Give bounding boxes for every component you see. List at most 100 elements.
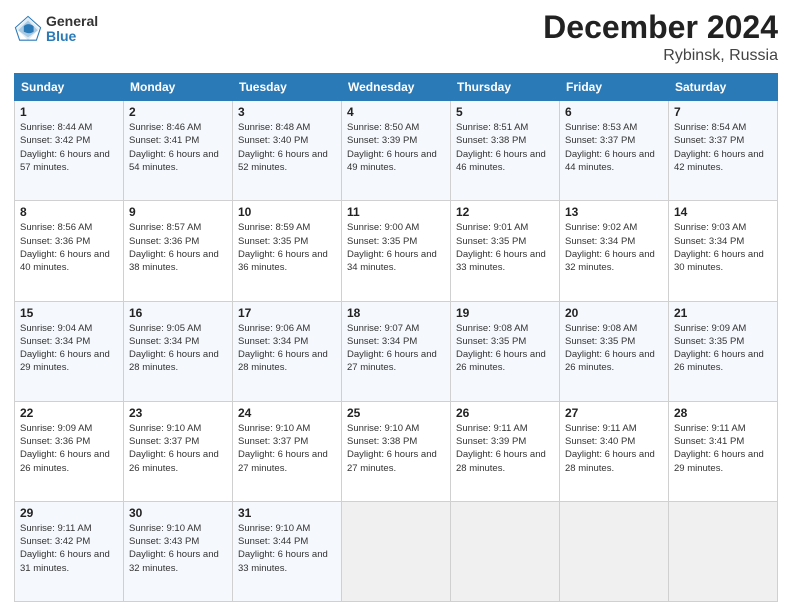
table-row: 29Sunrise: 9:11 AM Sunset: 3:42 PM Dayli…	[15, 501, 124, 601]
day-number: 17	[238, 306, 336, 320]
week-row-4: 22 Sunrise: 9:09 AM Sunset: 3:36 PM Dayli…	[15, 401, 778, 501]
day-number: 5	[456, 105, 554, 119]
day-number: 21	[674, 306, 772, 320]
logo-icon	[14, 15, 42, 43]
day-number: 22	[20, 406, 118, 420]
table-row: 28 Sunrise: 9:11 AM Sunset: 3:41 PM Dayli…	[669, 401, 778, 501]
header-row: Sunday Monday Tuesday Wednesday Thursday…	[15, 74, 778, 101]
table-row: 11Sunrise: 9:00 AM Sunset: 3:35 PM Dayli…	[342, 201, 451, 301]
week-row-1: 1 Sunrise: 8:44 AM Sunset: 3:42 PM Daylig…	[15, 101, 778, 201]
day-info: Sunrise: 9:10 AM Sunset: 3:37 PM Dayligh…	[129, 422, 227, 475]
table-row: 3Sunrise: 8:48 AM Sunset: 3:40 PM Daylig…	[233, 101, 342, 201]
table-row: 7 Sunrise: 8:54 AM Sunset: 3:37 PM Daylig…	[669, 101, 778, 201]
table-row: 20 Sunrise: 9:08 AM Sunset: 3:35 PM Dayli…	[560, 301, 669, 401]
table-row: 15 Sunrise: 9:04 AM Sunset: 3:34 PM Dayli…	[15, 301, 124, 401]
day-number: 24	[238, 406, 336, 420]
day-number: 3	[238, 105, 336, 119]
page: General Blue December 2024 Rybinsk, Russ…	[0, 0, 792, 612]
table-row: 19 Sunrise: 9:08 AM Sunset: 3:35 PM Dayli…	[451, 301, 560, 401]
day-info: Sunrise: 9:08 AM Sunset: 3:35 PM Dayligh…	[565, 322, 663, 375]
table-row: 13 Sunrise: 9:02 AM Sunset: 3:34 PM Dayli…	[560, 201, 669, 301]
day-number: 10	[238, 205, 336, 219]
day-info: Sunrise: 8:51 AM Sunset: 3:38 PM Dayligh…	[456, 121, 554, 174]
table-row: 1 Sunrise: 8:44 AM Sunset: 3:42 PM Daylig…	[15, 101, 124, 201]
col-saturday: Saturday	[669, 74, 778, 101]
table-row: 22 Sunrise: 9:09 AM Sunset: 3:36 PM Dayli…	[15, 401, 124, 501]
table-row: 9 Sunrise: 8:57 AM Sunset: 3:36 PM Daylig…	[124, 201, 233, 301]
table-row: 2 Sunrise: 8:46 AM Sunset: 3:41 PM Daylig…	[124, 101, 233, 201]
table-row: 6 Sunrise: 8:53 AM Sunset: 3:37 PM Daylig…	[560, 101, 669, 201]
logo-text: General Blue	[46, 14, 98, 45]
table-row: 26 Sunrise: 9:11 AM Sunset: 3:39 PM Dayli…	[451, 401, 560, 501]
col-friday: Friday	[560, 74, 669, 101]
day-number: 13	[565, 205, 663, 219]
table-row	[451, 501, 560, 601]
day-number: 20	[565, 306, 663, 320]
day-info: Sunrise: 9:11 AM Sunset: 3:41 PM Dayligh…	[674, 422, 772, 475]
day-info: Sunrise: 9:11 AM Sunset: 3:40 PM Dayligh…	[565, 422, 663, 475]
day-number: 28	[674, 406, 772, 420]
day-info: Sunrise: 9:10 AM Sunset: 3:43 PM Dayligh…	[129, 522, 227, 575]
day-number: 2	[129, 105, 227, 119]
day-info: Sunrise: 8:54 AM Sunset: 3:37 PM Dayligh…	[674, 121, 772, 174]
col-monday: Monday	[124, 74, 233, 101]
day-number: 8	[20, 205, 118, 219]
week-row-5: 29Sunrise: 9:11 AM Sunset: 3:42 PM Dayli…	[15, 501, 778, 601]
table-row: 24 Sunrise: 9:10 AM Sunset: 3:37 PM Dayli…	[233, 401, 342, 501]
table-row: 12Sunrise: 9:01 AM Sunset: 3:35 PM Dayli…	[451, 201, 560, 301]
title-block: December 2024 Rybinsk, Russia	[543, 10, 778, 65]
logo-general-text: General	[46, 14, 98, 29]
title-location: Rybinsk, Russia	[543, 47, 778, 65]
table-row: 17 Sunrise: 9:06 AM Sunset: 3:34 PM Dayli…	[233, 301, 342, 401]
day-info: Sunrise: 9:00 AM Sunset: 3:35 PM Dayligh…	[347, 221, 445, 274]
table-row: 18 Sunrise: 9:07 AM Sunset: 3:34 PM Dayli…	[342, 301, 451, 401]
col-sunday: Sunday	[15, 74, 124, 101]
day-number: 26	[456, 406, 554, 420]
day-info: Sunrise: 9:05 AM Sunset: 3:34 PM Dayligh…	[129, 322, 227, 375]
day-number: 18	[347, 306, 445, 320]
day-number: 30	[129, 506, 227, 520]
day-number: 23	[129, 406, 227, 420]
day-number: 7	[674, 105, 772, 119]
day-number: 15	[20, 306, 118, 320]
day-info: Sunrise: 9:10 AM Sunset: 3:38 PM Dayligh…	[347, 422, 445, 475]
day-number: 9	[129, 205, 227, 219]
day-number: 25	[347, 406, 445, 420]
table-row: 23 Sunrise: 9:10 AM Sunset: 3:37 PM Dayli…	[124, 401, 233, 501]
title-month: December 2024	[543, 10, 778, 45]
day-info: Sunrise: 9:04 AM Sunset: 3:34 PM Dayligh…	[20, 322, 118, 375]
day-info: Sunrise: 9:06 AM Sunset: 3:34 PM Dayligh…	[238, 322, 336, 375]
day-number: 4	[347, 105, 445, 119]
day-number: 6	[565, 105, 663, 119]
col-thursday: Thursday	[451, 74, 560, 101]
day-info: Sunrise: 8:53 AM Sunset: 3:37 PM Dayligh…	[565, 121, 663, 174]
day-info: Sunrise: 9:02 AM Sunset: 3:34 PM Dayligh…	[565, 221, 663, 274]
day-info: Sunrise: 9:10 AM Sunset: 3:37 PM Dayligh…	[238, 422, 336, 475]
day-info: Sunrise: 9:11 AM Sunset: 3:39 PM Dayligh…	[456, 422, 554, 475]
table-row	[342, 501, 451, 601]
day-info: Sunrise: 9:09 AM Sunset: 3:35 PM Dayligh…	[674, 322, 772, 375]
col-wednesday: Wednesday	[342, 74, 451, 101]
logo: General Blue	[14, 14, 98, 45]
header: General Blue December 2024 Rybinsk, Russ…	[14, 10, 778, 65]
day-number: 19	[456, 306, 554, 320]
day-info: Sunrise: 8:44 AM Sunset: 3:42 PM Dayligh…	[20, 121, 118, 174]
day-info: Sunrise: 8:50 AM Sunset: 3:39 PM Dayligh…	[347, 121, 445, 174]
day-number: 16	[129, 306, 227, 320]
calendar-table: Sunday Monday Tuesday Wednesday Thursday…	[14, 73, 778, 602]
table-row: 21 Sunrise: 9:09 AM Sunset: 3:35 PM Dayli…	[669, 301, 778, 401]
table-row: 5 Sunrise: 8:51 AM Sunset: 3:38 PM Daylig…	[451, 101, 560, 201]
week-row-2: 8Sunrise: 8:56 AM Sunset: 3:36 PM Daylig…	[15, 201, 778, 301]
logo-blue-text: Blue	[46, 29, 98, 44]
day-info: Sunrise: 9:09 AM Sunset: 3:36 PM Dayligh…	[20, 422, 118, 475]
day-info: Sunrise: 9:10 AM Sunset: 3:44 PM Dayligh…	[238, 522, 336, 575]
day-info: Sunrise: 9:08 AM Sunset: 3:35 PM Dayligh…	[456, 322, 554, 375]
day-number: 29	[20, 506, 118, 520]
day-number: 14	[674, 205, 772, 219]
day-info: Sunrise: 9:07 AM Sunset: 3:34 PM Dayligh…	[347, 322, 445, 375]
day-info: Sunrise: 8:57 AM Sunset: 3:36 PM Dayligh…	[129, 221, 227, 274]
day-number: 1	[20, 105, 118, 119]
table-row: 25 Sunrise: 9:10 AM Sunset: 3:38 PM Dayli…	[342, 401, 451, 501]
table-row: 8Sunrise: 8:56 AM Sunset: 3:36 PM Daylig…	[15, 201, 124, 301]
day-info: Sunrise: 8:46 AM Sunset: 3:41 PM Dayligh…	[129, 121, 227, 174]
